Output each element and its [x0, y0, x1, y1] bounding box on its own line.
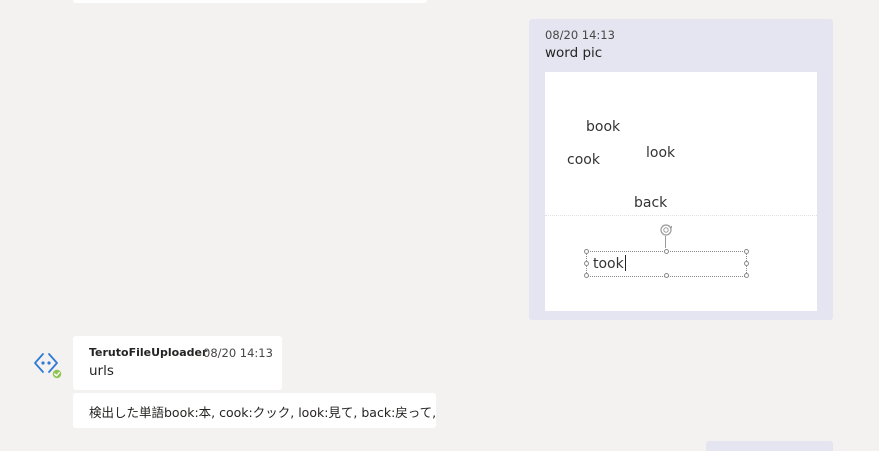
received-message-bubble[interactable]: TerutoFileUploader 08/20 14:13 urls — [73, 336, 282, 390]
next-message-bubble — [706, 441, 833, 451]
rotate-handle-icon — [660, 224, 672, 236]
resize-handle — [744, 273, 749, 278]
sent-message-timestamp: 08/20 14:13 — [545, 28, 615, 42]
bot-app-icon[interactable] — [33, 350, 63, 380]
resize-handle — [584, 261, 589, 266]
resize-handle — [744, 249, 749, 254]
sent-message-bubble[interactable]: 08/20 14:13 word pic book cook look back… — [529, 19, 833, 320]
resize-handle — [584, 249, 589, 254]
resize-handle — [664, 249, 669, 254]
image-textbox-content: took — [593, 255, 626, 272]
sender-name: TerutoFileUploader — [89, 346, 208, 359]
resize-handle — [664, 273, 669, 278]
image-divider — [545, 215, 817, 216]
image-word-back: back — [634, 195, 668, 211]
previous-message-bubble — [73, 0, 427, 3]
received-followup-text: 検出した単語book:本, cook:クック, look:見て, back:戻っ… — [89, 405, 437, 420]
received-message-timestamp: 08/20 14:13 — [203, 346, 273, 360]
sent-message-text: word pic — [545, 45, 603, 61]
received-followup-message-bubble[interactable]: 検出した単語book:本, cook:クック, look:見て, back:戻っ… — [73, 393, 436, 428]
image-textbox-selection: took — [584, 249, 749, 278]
resize-handle — [584, 273, 589, 278]
image-word-book: book — [586, 119, 621, 135]
resize-handle — [744, 261, 749, 266]
image-word-look: look — [646, 145, 676, 161]
image-textbox-value: took — [593, 256, 624, 272]
received-message-text: urls — [89, 363, 114, 379]
image-word-cook: cook — [567, 152, 600, 168]
text-caret — [624, 255, 626, 271]
attached-image[interactable]: book cook look back took — [545, 72, 817, 311]
rotate-handle-stem — [665, 236, 666, 248]
